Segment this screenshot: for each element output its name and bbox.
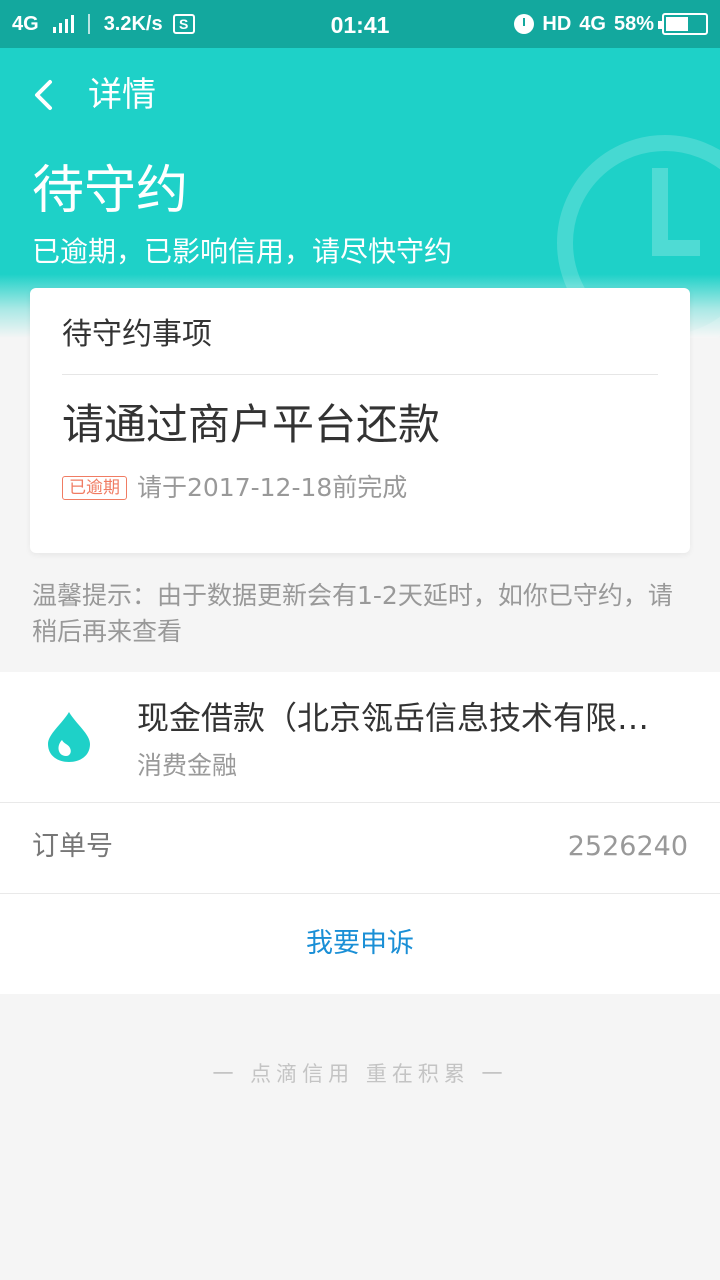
appeal-button[interactable]: 我要申诉 <box>306 924 414 964</box>
status-right: HD 4G 58% <box>514 0 708 48</box>
battery-percent: 58% <box>613 12 654 35</box>
order-row: 订单号 2526240 <box>0 803 720 893</box>
status-subtitle: 已逾期，已影响信用，请尽快守约 <box>32 235 453 268</box>
order-label: 订单号 <box>32 831 113 862</box>
status-title: 待守约 <box>32 161 189 221</box>
due-date-text: 请于2017-12-18前完成 <box>137 473 408 502</box>
page-title: 详情 <box>88 75 156 115</box>
card-divider <box>62 374 658 375</box>
card-title: 待守约事项 <box>62 317 212 352</box>
merchant-name: 现金借款（北京瓴岳信息技术有限… <box>137 699 650 737</box>
appeal-row: 我要申诉 <box>0 894 720 994</box>
footer-slogan: 一 点滴信用 重在积累 一 <box>212 1062 508 1086</box>
network-type-right: 4G <box>579 12 606 35</box>
alarm-icon <box>514 14 535 34</box>
merchant-type: 消费金融 <box>137 751 238 780</box>
overdue-badge: 已逾期 <box>62 476 127 500</box>
card-main-text: 请通过商户平台还款 <box>62 400 441 449</box>
hd-label: HD <box>542 12 572 35</box>
status-bar: 4G 3.2K/s S 01:41 HD 4G 58% <box>0 0 720 48</box>
tip-text: 温馨提示：由于数据更新会有1-2天延时，如你已守约，请稍后再来查看 <box>32 581 673 646</box>
card-meta: 已逾期 请于2017-12-18前完成 <box>62 470 407 506</box>
water-drop-icon <box>48 712 90 762</box>
battery-icon <box>658 13 708 35</box>
merchant-info[interactable]: 现金借款（北京瓴岳信息技术有限… 消费金融 <box>0 672 720 802</box>
order-number: 2526240 <box>567 831 688 862</box>
pending-item-card: 待守约事项 请通过商户平台还款 已逾期 请于2017-12-18前完成 <box>30 288 690 553</box>
back-button[interactable] <box>22 70 72 120</box>
chevron-left-icon <box>35 80 52 110</box>
